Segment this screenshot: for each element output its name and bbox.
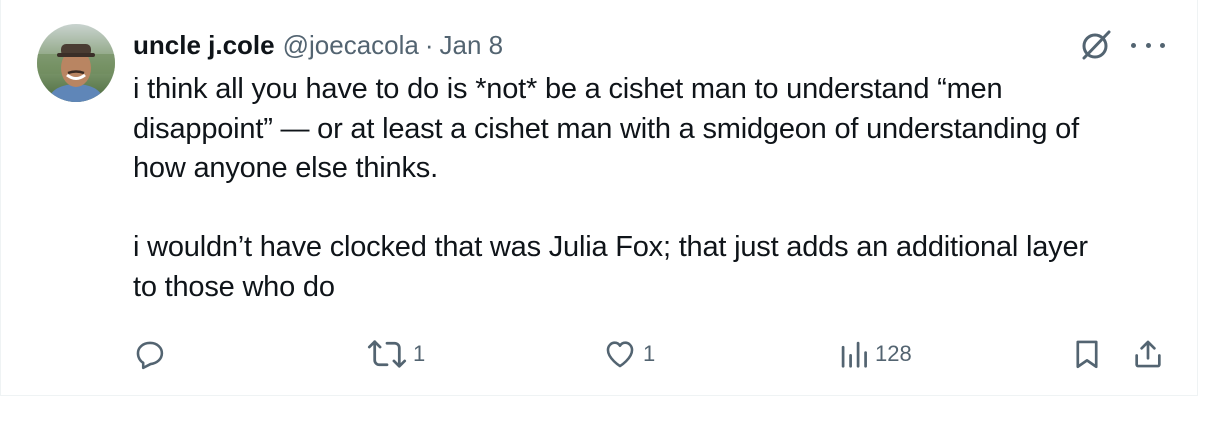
heart-icon [606, 341, 634, 368]
tweet-text-line: how anyone else thinks. [133, 152, 438, 184]
avatar[interactable] [37, 24, 115, 102]
tweet-date[interactable]: Jan 8 [440, 30, 504, 61]
views-count: 128 [875, 341, 912, 366]
retweet-button[interactable]: 1 [367, 334, 425, 374]
more-options-icon[interactable] [1131, 30, 1165, 60]
reply-icon [136, 341, 164, 370]
tweet-text-line: disappoint” — or at least a cishet man w… [133, 112, 1079, 145]
tweet-text-line: i think all you have to do is *not* be a… [133, 73, 1003, 105]
share-icon [1135, 340, 1161, 368]
avatar-image [37, 24, 115, 102]
tweet-text: i think all you have to do is *not* be a… [133, 70, 1183, 307]
retweet-icon [367, 340, 407, 368]
like-count: 1 [643, 341, 656, 366]
tweet-header: uncle j.cole @joecacola · Jan 8 [133, 28, 503, 62]
like-button[interactable]: 1 [603, 334, 655, 374]
views-icon [841, 341, 867, 368]
tweet-text-line: to those who do [133, 270, 335, 303]
views-button[interactable]: 128 [839, 334, 912, 374]
tweet-card[interactable]: uncle j.cole @joecacola · Jan 8 i think … [0, 0, 1198, 396]
separator: · [424, 29, 434, 60]
display-name[interactable]: uncle j.cole [133, 30, 275, 61]
bookmark-icon [1076, 340, 1098, 369]
retweet-count: 1 [413, 341, 426, 366]
tweet-actions: 1 1 128 [1, 334, 1199, 374]
user-handle[interactable]: @joecacola [283, 30, 419, 61]
bookmark-button[interactable] [1071, 334, 1103, 374]
tweet-text-line: i wouldn’t have clocked that was Julia F… [133, 231, 1088, 263]
share-button[interactable] [1131, 334, 1165, 374]
reply-button[interactable] [133, 334, 167, 374]
grok-icon[interactable] [1078, 27, 1114, 63]
